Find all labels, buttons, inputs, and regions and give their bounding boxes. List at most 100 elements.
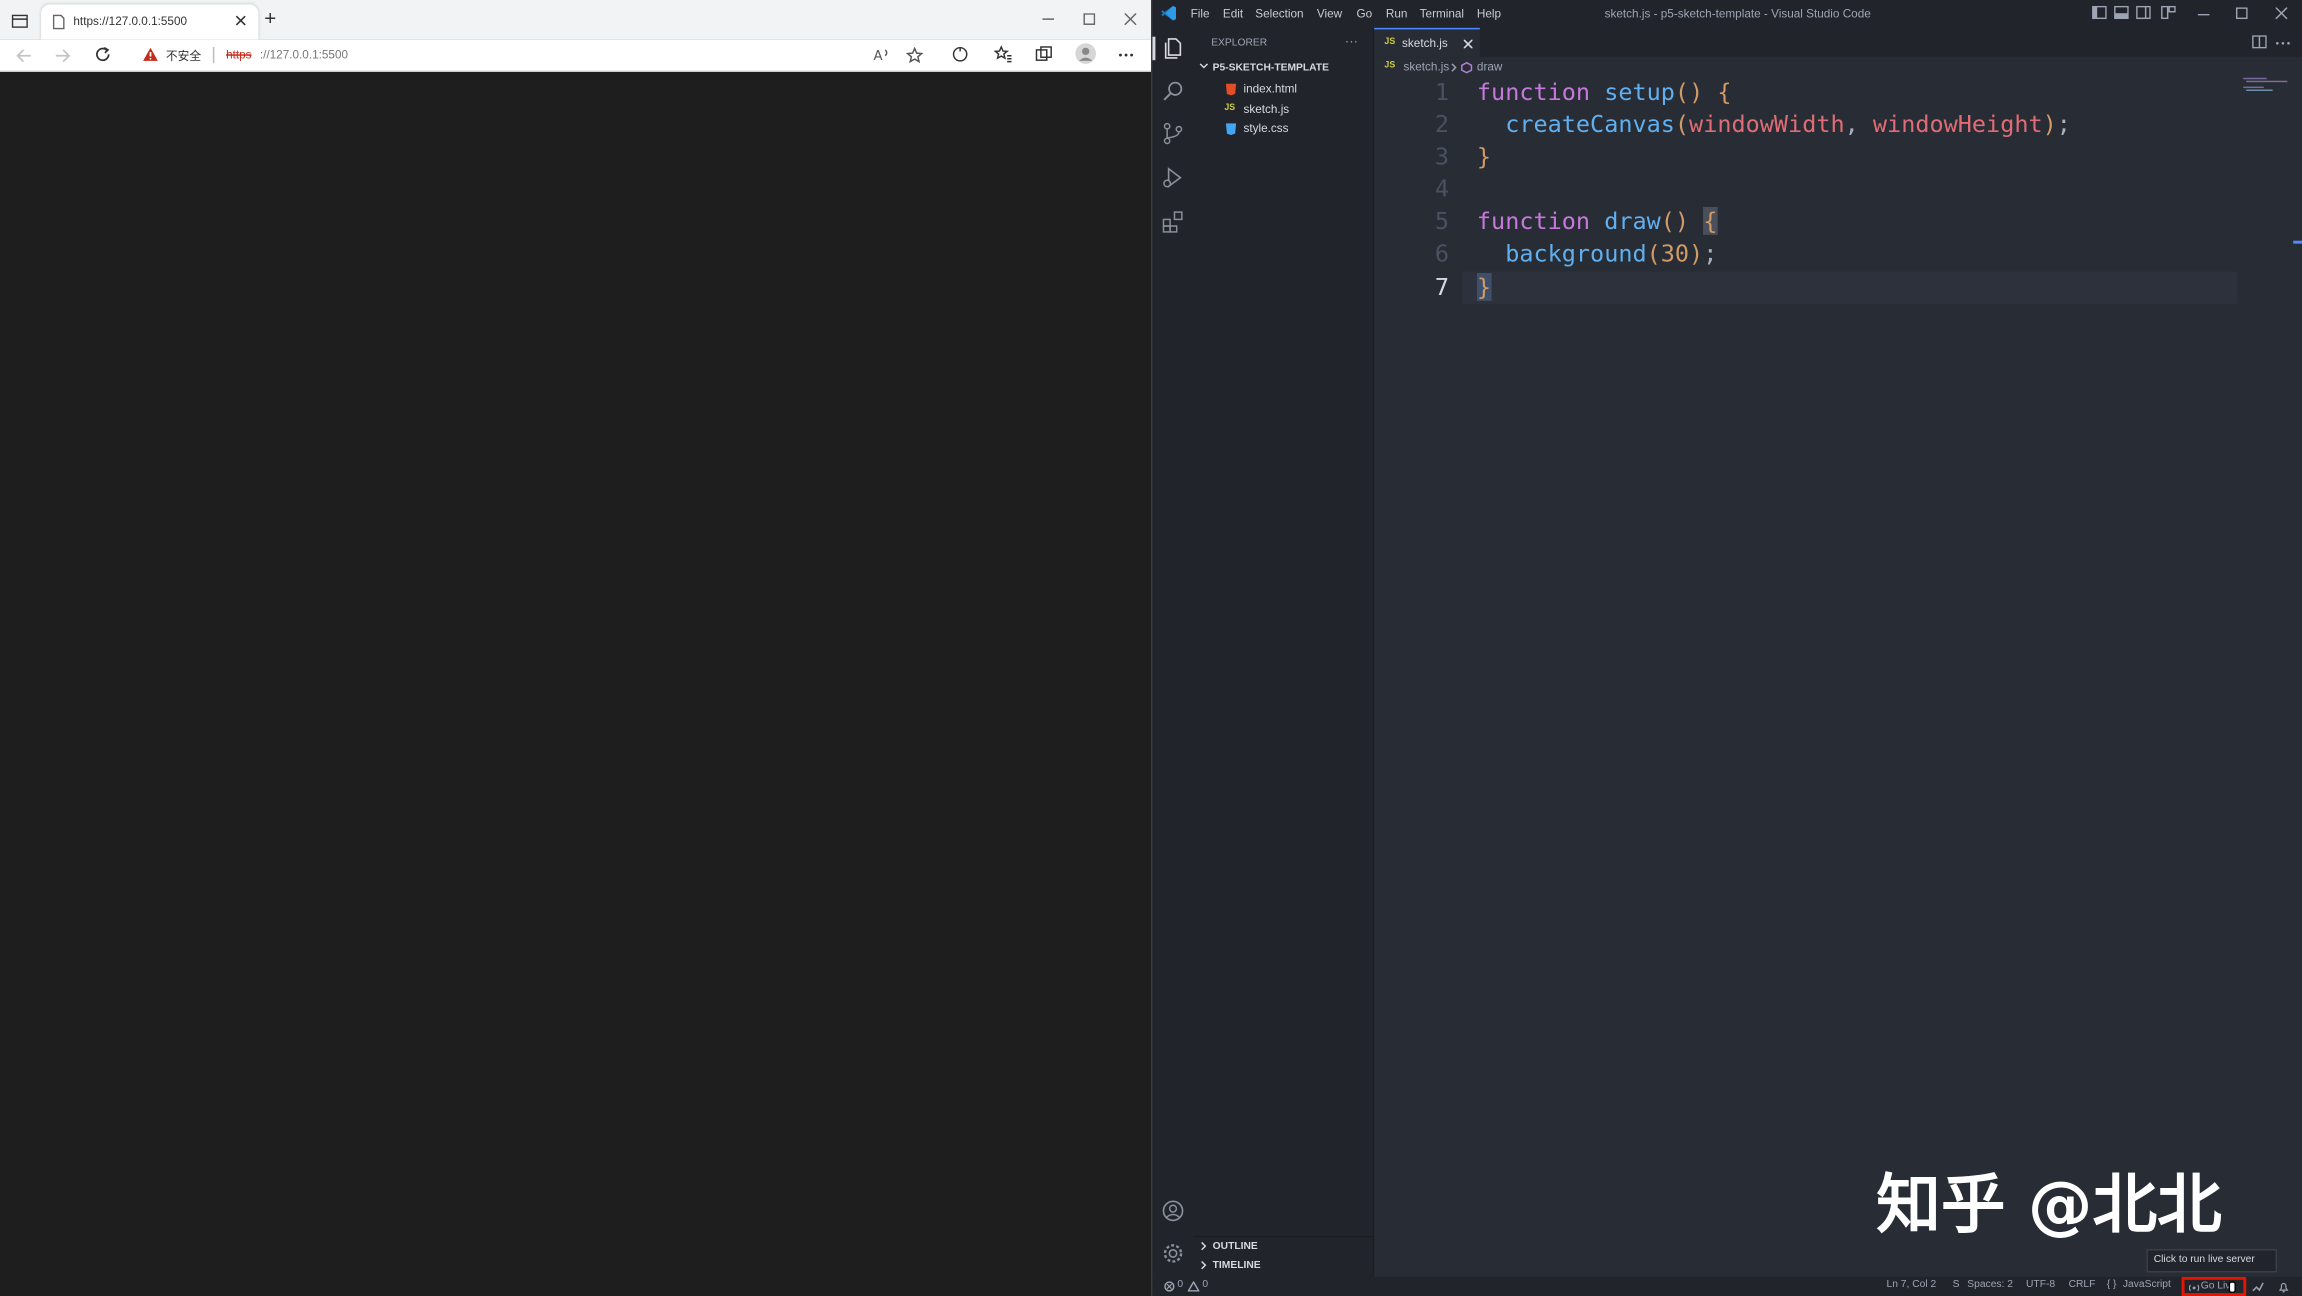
outline-section[interactable]: OUTLINE [1213, 1242, 1258, 1252]
workspace-folder[interactable]: P5-SKETCH-TEMPLATE [1213, 63, 1329, 73]
refresh-icon[interactable] [94, 45, 112, 63]
browser-toolbar: 不安全 https ://127.0.0.1:5500 A [0, 39, 1151, 72]
number: 30 [1660, 239, 1690, 268]
menu-selection[interactable]: Selection [1255, 7, 1303, 20]
language-mode[interactable]: JavaScript [2123, 1280, 2171, 1290]
explorer-icon[interactable] [1161, 37, 1184, 60]
breadcrumb-symbol[interactable]: draw [1477, 60, 1502, 73]
source-control-icon[interactable] [1161, 122, 1184, 145]
menu-file[interactable]: File [1191, 7, 1210, 20]
error-count[interactable]: 0 [1177, 1280, 1183, 1290]
variable: windowWidth [1689, 110, 1845, 138]
code-line-2[interactable]: createCanvas(windowWidth, windowHeight); [1477, 109, 2071, 141]
browser-page-canvas[interactable] [0, 71, 1151, 1296]
menu-run[interactable]: Run [1386, 7, 1408, 20]
code-line-5[interactable]: function draw() { [1477, 205, 1717, 237]
file-item-index-html[interactable]: index.html [1194, 79, 1373, 98]
chevron-right-icon[interactable] [1198, 1240, 1210, 1252]
chevron-right-icon [1450, 63, 1457, 72]
browser-tab-title: https://127.0.0.1:5500 [73, 14, 188, 28]
menu-go[interactable]: Go [1357, 7, 1373, 20]
add-favorite-icon[interactable] [905, 46, 924, 65]
toggle-panel-icon[interactable] [2114, 5, 2129, 20]
browser-tab-strip: https://127.0.0.1:5500 + [0, 0, 1151, 40]
back-icon[interactable] [15, 47, 33, 65]
editor-tabs-bar: JS sketch.js [1374, 27, 2302, 58]
extensions-icon[interactable] [951, 45, 969, 63]
security-label[interactable]: 不安全 [166, 48, 201, 64]
tab-actions-icon[interactable] [11, 14, 28, 28]
explorer-sidebar: EXPLORER ··· P5-SKETCH-TEMPLATE index.ht… [1193, 27, 1375, 1277]
split-editor-icon[interactable] [2252, 35, 2267, 49]
editor-more-actions-icon[interactable] [2276, 41, 2291, 45]
warning-count[interactable]: 0 [1202, 1280, 1208, 1290]
vscode-logo-icon [1160, 4, 1178, 22]
menu-terminal[interactable]: Terminal [1420, 7, 1464, 20]
extensions-view-icon[interactable] [1161, 210, 1184, 233]
activity-bar [1152, 27, 1194, 1277]
explorer-more-button[interactable]: ··· [1345, 34, 1358, 49]
editor-area: JS sketch.js JS sketch.js draw 1 2 3 4 5… [1374, 27, 2302, 1277]
timeline-section[interactable]: TIMELINE [1213, 1261, 1261, 1271]
new-tab-button[interactable]: + [264, 7, 276, 28]
menu-view[interactable]: View [1317, 7, 1342, 20]
go-live-button[interactable]: Go Live [2181, 1276, 2247, 1296]
customize-layout-icon[interactable] [2161, 5, 2176, 20]
browser-tab[interactable]: https://127.0.0.1:5500 [41, 4, 259, 40]
profile-avatar[interactable] [1075, 43, 1097, 65]
code-line-7[interactable]: } [1476, 272, 1492, 304]
file-item-style-css[interactable]: style.css [1194, 119, 1373, 138]
menu-help[interactable]: Help [1477, 7, 1501, 20]
status-icon: S [1952, 1279, 1960, 1291]
feedback-icon[interactable] [2252, 1281, 2264, 1292]
line-ending[interactable]: CRLF [2069, 1280, 2096, 1290]
toggle-sidebar-icon[interactable] [2092, 5, 2107, 20]
braces-icon: { } [2106, 1279, 2117, 1291]
chevron-right-icon[interactable] [1198, 1259, 1210, 1271]
favorites-icon[interactable] [993, 45, 1013, 63]
editor-tab-sketch-js[interactable]: JS sketch.js [1374, 27, 1480, 58]
cursor-position[interactable]: Ln 7, Col 2 [1887, 1280, 1937, 1290]
more-menu-icon[interactable] [1118, 53, 1134, 57]
browser-window: https://127.0.0.1:5500 + 不安全 https ://12… [0, 0, 1151, 1296]
chevron-down-icon[interactable] [1198, 60, 1210, 72]
js-file-icon: JS [1224, 104, 1236, 114]
url-scheme: https [226, 48, 252, 62]
close-tab-icon[interactable] [235, 15, 247, 27]
encoding[interactable]: UTF-8 [2026, 1280, 2055, 1290]
accounts-icon[interactable] [1161, 1199, 1184, 1222]
notifications-bell-icon[interactable] [2278, 1281, 2289, 1293]
menu-edit[interactable]: Edit [1223, 7, 1243, 20]
breadcrumb-file[interactable]: sketch.js [1404, 60, 1450, 73]
run-debug-icon[interactable] [1161, 166, 1184, 189]
bracket-match: } [1476, 272, 1492, 301]
file-item-sketch-js[interactable]: JS sketch.js [1194, 100, 1373, 119]
collections-icon[interactable] [1035, 45, 1053, 63]
vscode-title-bar: File Edit Selection View Go Run Terminal… [1152, 0, 2302, 28]
vscode-close-icon[interactable] [2275, 7, 2288, 20]
vscode-minimize-icon[interactable] [2197, 13, 2210, 16]
manage-gear-icon[interactable] [1161, 1242, 1184, 1265]
address-bar[interactable]: 不安全 https ://127.0.0.1:5500 A [129, 42, 934, 69]
indentation[interactable]: Spaces: 2 [1967, 1280, 2013, 1290]
close-window-icon[interactable] [1124, 13, 1137, 25]
search-icon[interactable] [1161, 79, 1184, 102]
code-line-3[interactable]: } [1477, 141, 1491, 173]
line-number-active: 7 [1434, 272, 1450, 301]
maximize-icon[interactable] [1083, 13, 1096, 25]
active-view-indicator [1152, 36, 1156, 61]
forward-icon[interactable] [54, 47, 72, 65]
file-name: sketch.js [1243, 102, 1290, 116]
vscode-maximize-icon[interactable] [2235, 7, 2248, 20]
read-aloud-icon[interactable]: A [874, 47, 892, 63]
css-file-icon [1225, 123, 1237, 136]
code-line-6[interactable]: background(30); [1477, 238, 1717, 270]
explorer-title: EXPLORER [1211, 38, 1268, 49]
code-line-1[interactable]: function setup() { [1477, 76, 1732, 108]
toggle-secondary-sidebar-icon[interactable] [2136, 5, 2151, 20]
minimize-icon[interactable] [1042, 18, 1055, 21]
warning-icon [142, 47, 158, 62]
tooltip: Click to run live server [2146, 1249, 2278, 1273]
close-editor-icon[interactable] [1463, 39, 1473, 49]
minimap[interactable] [2243, 76, 2296, 94]
